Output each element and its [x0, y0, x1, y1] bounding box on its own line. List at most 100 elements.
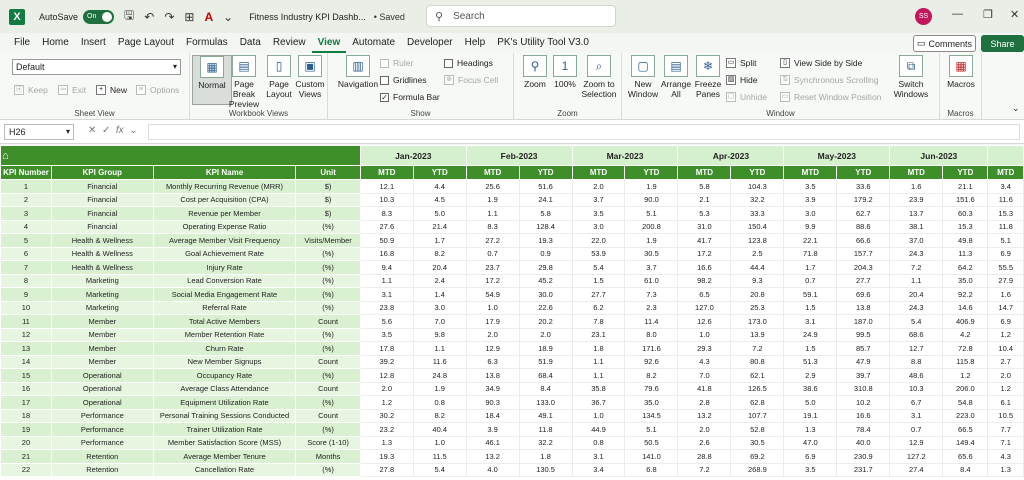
value-cell[interactable]: 90.0: [624, 192, 679, 207]
kpi-group-cell[interactable]: Performance: [50, 422, 154, 437]
value-cell[interactable]: 127.2: [889, 449, 944, 464]
value-cell[interactable]: 37.0: [889, 233, 944, 248]
view-side-by-side-button[interactable]: ▯ View Side by Side: [780, 58, 862, 68]
undo-icon[interactable]: ↶: [144, 10, 154, 24]
value-cell[interactable]: 92.6: [624, 354, 679, 369]
value-cell[interactable]: 9.9: [783, 219, 838, 234]
value-cell[interactable]: 6.1: [987, 395, 1024, 410]
value-cell[interactable]: 1.3: [783, 422, 838, 437]
value-cell[interactable]: 44.4: [730, 260, 785, 275]
value-cell[interactable]: 8.2: [624, 368, 679, 383]
value-cell[interactable]: 48.6: [889, 368, 944, 383]
value-cell[interactable]: 22.1: [783, 233, 838, 248]
value-cell[interactable]: 1.1: [571, 354, 626, 369]
value-cell[interactable]: 123.8: [730, 233, 785, 248]
value-cell[interactable]: 13.2: [677, 408, 732, 423]
value-cell[interactable]: 171.6: [624, 341, 679, 356]
kpi-name-cell[interactable]: Lead Conversion Rate: [152, 273, 297, 288]
value-cell[interactable]: 18.4: [465, 408, 520, 423]
value-cell[interactable]: 51.6: [518, 179, 573, 194]
value-cell[interactable]: 65.6: [942, 449, 989, 464]
value-cell[interactable]: 5.1: [624, 422, 679, 437]
value-cell[interactable]: 33.6: [836, 179, 891, 194]
value-cell[interactable]: 5.0: [783, 395, 838, 410]
value-cell[interactable]: 200.8: [624, 219, 679, 234]
kpi-group-cell[interactable]: Member: [50, 314, 154, 329]
value-cell[interactable]: 6.3: [465, 354, 520, 369]
home-icon[interactable]: ⌂: [2, 150, 9, 162]
value-cell[interactable]: 17.8: [359, 341, 414, 356]
kpi-number-cell[interactable]: 13: [0, 341, 52, 356]
value-cell[interactable]: 27.4: [889, 462, 944, 477]
value-cell[interactable]: 40.4: [412, 422, 467, 437]
value-cell[interactable]: 35.8: [571, 381, 626, 396]
kpi-name-cell[interactable]: Cancellation Rate: [152, 462, 297, 477]
kpi-number-cell[interactable]: 18: [0, 408, 52, 423]
value-cell[interactable]: 20.2: [518, 314, 573, 329]
kpi-unit-cell[interactable]: Count: [295, 354, 361, 369]
value-cell[interactable]: 1.5: [783, 341, 838, 356]
kpi-group-cell[interactable]: Marketing: [50, 287, 154, 302]
formula-bar-checkbox[interactable]: ✓ Formula Bar: [380, 92, 440, 102]
zoom-100-button[interactable]: 1 100%: [550, 55, 580, 89]
kpi-number-cell[interactable]: 22: [0, 462, 52, 477]
value-cell[interactable]: 16.6: [836, 408, 891, 423]
value-cell[interactable]: 8.3: [465, 219, 520, 234]
tab-pk-s-utility-tool-v3-0[interactable]: PK's Utility Tool V3.0: [491, 33, 595, 53]
more-commands-icon[interactable]: ⌄: [223, 10, 233, 24]
save-icon[interactable]: 🖫: [124, 6, 134, 27]
kpi-name-cell[interactable]: Trainer Utilization Rate: [152, 422, 297, 437]
value-cell[interactable]: 0.7: [465, 246, 520, 261]
value-cell[interactable]: 115.8: [942, 354, 989, 369]
value-cell[interactable]: 0.7: [889, 422, 944, 437]
sheet-view-select[interactable]: Default ▾: [12, 59, 181, 75]
value-cell[interactable]: 1.1: [465, 206, 520, 221]
kpi-group-cell[interactable]: Health & Wellness: [50, 233, 154, 248]
value-cell[interactable]: 2.4: [412, 273, 467, 288]
arrange-all-button[interactable]: ▤ Arrange All: [658, 55, 694, 99]
kpi-number-cell[interactable]: 11: [0, 314, 52, 329]
value-cell[interactable]: 25.3: [730, 300, 785, 315]
reset-window-position-button[interactable]: ▭ Reset Window Position: [780, 92, 881, 102]
value-cell[interactable]: 11.3: [942, 246, 989, 261]
value-cell[interactable]: 1.5: [783, 300, 838, 315]
kpi-group-cell[interactable]: Marketing: [50, 273, 154, 288]
value-cell[interactable]: 1.1: [571, 368, 626, 383]
value-cell[interactable]: 21.1: [942, 179, 989, 194]
value-cell[interactable]: 52.8: [730, 422, 785, 437]
switch-windows-button[interactable]: ⧉ Switch Windows: [888, 55, 934, 99]
value-cell[interactable]: 5.1: [987, 233, 1024, 248]
value-cell[interactable]: 7.3: [624, 287, 679, 302]
value-cell[interactable]: 0.7: [783, 273, 838, 288]
navigation-button[interactable]: ▥ Navigation: [336, 55, 380, 89]
value-cell[interactable]: 3.5: [571, 206, 626, 221]
value-cell[interactable]: 3.5: [783, 462, 838, 477]
share-button[interactable]: Share: [981, 35, 1024, 52]
value-cell[interactable]: 41.8: [677, 381, 732, 396]
value-cell[interactable]: 406.9: [942, 314, 989, 329]
value-cell[interactable]: 16.6: [677, 260, 732, 275]
kpi-name-cell[interactable]: Average Member Tenure: [152, 449, 297, 464]
value-cell[interactable]: 5.1: [624, 206, 679, 221]
value-cell[interactable]: 8.4: [942, 462, 989, 477]
kpi-group-cell[interactable]: Operational: [50, 368, 154, 383]
value-cell[interactable]: 1.2: [987, 327, 1024, 342]
cancel-icon[interactable]: ✕: [88, 125, 96, 136]
value-cell[interactable]: 3.7: [571, 192, 626, 207]
value-cell[interactable]: 151.6: [942, 192, 989, 207]
value-cell[interactable]: 0.9: [518, 246, 573, 261]
expand-icon[interactable]: ⌄: [129, 125, 137, 136]
value-cell[interactable]: 34.9: [465, 381, 520, 396]
value-cell[interactable]: 80.8: [730, 354, 785, 369]
value-cell[interactable]: 223.0: [942, 408, 989, 423]
value-cell[interactable]: 11.5: [412, 449, 467, 464]
value-cell[interactable]: 32.2: [730, 192, 785, 207]
kpi-unit-cell[interactable]: (%): [295, 422, 361, 437]
value-cell[interactable]: 2.7: [987, 354, 1024, 369]
value-cell[interactable]: 55.5: [987, 260, 1024, 275]
new-sheet-view-button[interactable]: + New: [96, 85, 127, 95]
kpi-group-cell[interactable]: Member: [50, 354, 154, 369]
value-cell[interactable]: 29.3: [677, 341, 732, 356]
value-cell[interactable]: 2.5: [730, 246, 785, 261]
value-cell[interactable]: 10.3: [889, 381, 944, 396]
